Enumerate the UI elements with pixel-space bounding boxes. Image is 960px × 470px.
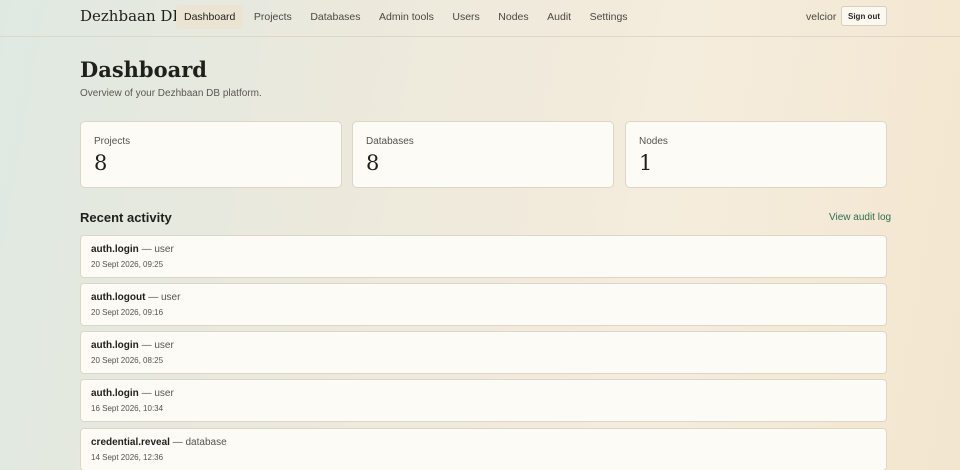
- nav-item-admin-tools[interactable]: Admin tools: [371, 5, 442, 29]
- activity-actor: user: [154, 340, 174, 351]
- activity-timestamp: 16 Sept 2026, 10:34: [91, 404, 164, 413]
- activity-actor: database: [185, 437, 227, 448]
- activity-headline: credential.reveal — database: [91, 437, 227, 448]
- activity-timestamp: 14 Sept 2026, 12:36: [91, 453, 164, 462]
- activity-event: credential.reveal: [91, 437, 170, 448]
- nav-item-nodes[interactable]: Nodes: [490, 5, 536, 29]
- stat-label: Nodes: [639, 136, 668, 147]
- brand-logo[interactable]: Dezhbaan DB: [80, 7, 183, 25]
- activity-actor: user: [154, 388, 174, 399]
- activity-headline: auth.login — user: [91, 340, 174, 351]
- activity-headline: auth.logout — user: [91, 292, 180, 303]
- activity-separator: —: [141, 388, 152, 399]
- page-subtitle: Overview of your Dezhbaan DB platform.: [80, 88, 262, 99]
- activity-headline: auth.login — user: [91, 244, 174, 255]
- page-title: Dashboard: [80, 57, 207, 82]
- main-nav: Dashboard Projects Databases Admin tools…: [176, 5, 638, 29]
- view-audit-log-link[interactable]: View audit log: [829, 212, 891, 223]
- nav-item-dashboard[interactable]: Dashboard: [176, 5, 244, 29]
- activity-actor: user: [161, 292, 181, 303]
- nav-item-databases[interactable]: Databases: [302, 5, 368, 29]
- activity-item[interactable]: auth.login — user 16 Sept 2026, 10:34: [80, 379, 887, 422]
- activity-item[interactable]: auth.logout — user 20 Sept 2026, 09:16: [80, 283, 887, 326]
- activity-timestamp: 20 Sept 2026, 09:16: [91, 308, 164, 317]
- activity-timestamp: 20 Sept 2026, 09:25: [91, 260, 164, 269]
- top-navigation-bar: Dezhbaan DB Dashboard Projects Databases…: [0, 0, 960, 37]
- activity-item[interactable]: auth.login — user 20 Sept 2026, 09:25: [80, 235, 887, 278]
- sign-out-button[interactable]: Sign out: [841, 6, 887, 26]
- stat-card-databases: Databases 8: [352, 121, 614, 188]
- nav-item-projects[interactable]: Projects: [246, 5, 300, 29]
- activity-headline: auth.login — user: [91, 388, 174, 399]
- stat-card-projects: Projects 8: [80, 121, 342, 188]
- stat-value: 8: [366, 151, 380, 175]
- stat-value: 1: [639, 151, 653, 175]
- activity-item[interactable]: auth.login — user 20 Sept 2026, 08:25: [80, 331, 887, 374]
- stat-label: Databases: [366, 136, 414, 147]
- activity-event: auth.logout: [91, 292, 146, 303]
- stat-value: 8: [94, 151, 108, 175]
- activity-separator: —: [141, 340, 152, 351]
- nav-item-audit[interactable]: Audit: [539, 5, 579, 29]
- activity-event: auth.login: [91, 388, 139, 399]
- nav-item-settings[interactable]: Settings: [582, 5, 636, 29]
- stat-card-nodes: Nodes 1: [625, 121, 887, 188]
- activity-event: auth.login: [91, 244, 139, 255]
- activity-separator: —: [141, 244, 152, 255]
- activity-item[interactable]: credential.reveal — database 14 Sept 202…: [80, 428, 887, 470]
- stat-label: Projects: [94, 136, 131, 147]
- activity-separator: —: [172, 437, 183, 448]
- activity-separator: —: [148, 292, 159, 303]
- nav-item-users[interactable]: Users: [444, 5, 487, 29]
- activity-timestamp: 20 Sept 2026, 08:25: [91, 356, 164, 365]
- recent-activity-heading: Recent activity: [80, 210, 172, 225]
- activity-actor: user: [154, 244, 174, 255]
- activity-event: auth.login: [91, 340, 139, 351]
- current-user-name: velcior: [806, 11, 837, 23]
